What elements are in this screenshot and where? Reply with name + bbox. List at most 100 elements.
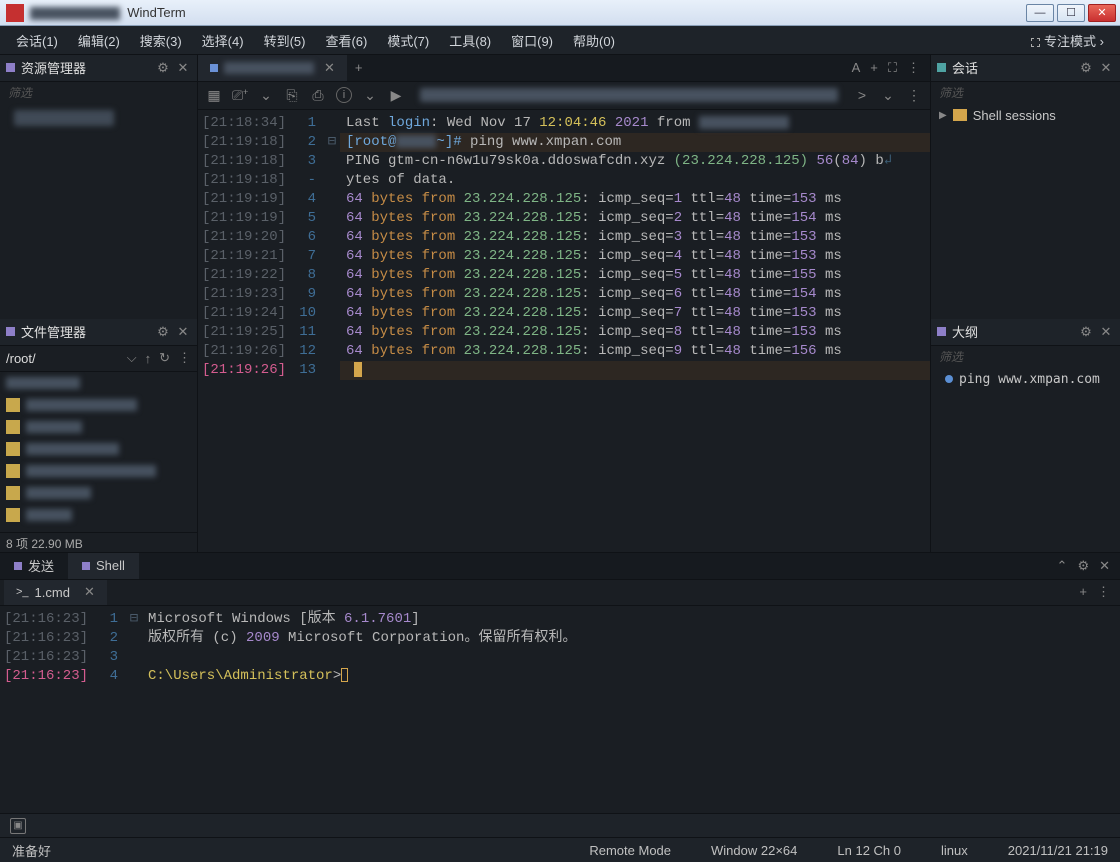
close-panel-icon[interactable]: ✕ <box>1098 324 1114 340</box>
more-icon[interactable]: ⋮ <box>906 87 922 104</box>
menu-edit[interactable]: 编辑(2) <box>68 27 130 54</box>
close-panel-icon[interactable]: ✕ <box>175 324 191 340</box>
timestamp: [21:18:34] <box>198 114 294 133</box>
menu-view[interactable]: 查看(6) <box>315 27 377 54</box>
gear-icon[interactable]: ⚙ <box>155 60 171 76</box>
chevron-down-icon[interactable]: ⌄ <box>362 87 378 104</box>
fold-gutter[interactable] <box>126 629 142 648</box>
shell-subtab[interactable]: >_ 1.cmd ✕ <box>4 580 107 605</box>
close-button[interactable]: ✕ <box>1088 4 1116 22</box>
fold-gutter[interactable] <box>324 190 340 209</box>
fold-gutter[interactable] <box>324 114 340 133</box>
file-path[interactable]: /root/ <box>6 351 119 366</box>
gear-icon[interactable]: ⚙ <box>1077 558 1089 574</box>
sidebar-toggle-icon[interactable]: ▦ <box>206 87 222 104</box>
list-item[interactable] <box>0 482 197 504</box>
play-icon[interactable]: ▶ <box>388 87 404 104</box>
fold-gutter[interactable] <box>324 323 340 342</box>
status-position[interactable]: Ln 12 Ch 0 <box>837 843 901 858</box>
menu-mode[interactable]: 模式(7) <box>377 27 439 54</box>
list-item[interactable] <box>0 416 197 438</box>
fold-gutter[interactable] <box>324 228 340 247</box>
chevron-right-icon[interactable]: > <box>854 87 870 103</box>
status-mode[interactable]: Remote Mode <box>589 843 671 858</box>
collapse-icon[interactable]: ⌵ <box>127 350 137 366</box>
menu-session[interactable]: 会话(1) <box>6 27 68 54</box>
list-item[interactable] <box>0 372 197 394</box>
fold-gutter[interactable]: ⊟ <box>126 610 142 629</box>
terminal-tab[interactable]: ✕ <box>198 55 347 81</box>
plus-icon[interactable]: + <box>870 60 878 76</box>
fold-gutter[interactable] <box>324 171 340 190</box>
address-bar[interactable] <box>420 88 838 102</box>
fullscreen-icon[interactable]: ⛶ <box>888 60 897 76</box>
maximize-button[interactable]: ☐ <box>1057 4 1085 22</box>
shell-terminal[interactable]: [21:16:23]1⊟Microsoft Windows [版本 6.1.76… <box>0 606 1120 813</box>
menu-window[interactable]: 窗口(9) <box>501 27 563 54</box>
menu-select[interactable]: 选择(4) <box>192 27 254 54</box>
outline-filter[interactable]: 筛选 <box>931 346 1120 368</box>
timestamp: [21:19:18] <box>198 171 294 190</box>
line-number: 3 <box>96 648 126 667</box>
send-tab[interactable]: 发送 <box>0 553 68 579</box>
minimize-button[interactable]: — <box>1026 4 1054 22</box>
fold-gutter[interactable] <box>324 285 340 304</box>
info-icon[interactable]: i <box>336 87 352 103</box>
fold-gutter[interactable]: ⊟ <box>324 133 340 152</box>
fold-gutter[interactable] <box>324 209 340 228</box>
add-icon[interactable]: + <box>1079 584 1087 600</box>
collapse-icon[interactable]: ⌃ <box>1057 558 1068 574</box>
paste-icon[interactable]: ⎙ <box>310 87 326 104</box>
line-number: 12 <box>294 342 324 361</box>
shell-tab[interactable]: Shell <box>68 553 139 579</box>
gear-icon[interactable]: ⚙ <box>1078 324 1094 340</box>
outline-item[interactable]: ping www.xmpan.com <box>931 368 1120 391</box>
gear-icon[interactable]: ⚙ <box>155 324 171 340</box>
close-tab-icon[interactable]: ✕ <box>324 60 335 76</box>
fold-gutter[interactable] <box>324 247 340 266</box>
list-item[interactable] <box>0 504 197 526</box>
list-item[interactable] <box>0 460 197 482</box>
fold-gutter[interactable] <box>126 667 142 686</box>
close-tab-icon[interactable]: ✕ <box>84 584 95 600</box>
list-item[interactable] <box>0 394 197 416</box>
new-window-icon[interactable]: ⎚⁺ <box>232 87 248 104</box>
resource-manager-filter[interactable]: 筛选 <box>0 82 197 104</box>
refresh-icon[interactable]: ↻ <box>159 350 170 366</box>
more-icon[interactable]: ⋮ <box>178 350 191 366</box>
more-icon[interactable]: ⋮ <box>1097 584 1110 600</box>
timestamp: [21:19:18] <box>198 152 294 171</box>
close-panel-icon[interactable]: ✕ <box>175 60 191 76</box>
close-panel-icon[interactable]: ✕ <box>1099 558 1110 574</box>
session-filter[interactable]: 筛选 <box>931 82 1120 104</box>
fold-gutter[interactable] <box>324 266 340 285</box>
terminal[interactable]: [21:18:34]1Last login: Wed Nov 17 12:04:… <box>198 110 930 552</box>
chevron-down-icon[interactable]: ⌄ <box>258 87 274 104</box>
menu-help[interactable]: 帮助(0) <box>563 27 625 54</box>
close-panel-icon[interactable]: ✕ <box>1098 60 1114 76</box>
timestamp: [21:19:20] <box>198 228 294 247</box>
menu-search[interactable]: 搜索(3) <box>130 27 192 54</box>
up-icon[interactable]: ↑ <box>145 351 152 366</box>
font-icon[interactable]: A <box>852 60 861 76</box>
chevron-down-icon[interactable]: ⌄ <box>880 87 896 104</box>
terminal-tab-row: ✕ + A + ⛶ ⋮ <box>198 55 930 82</box>
session-item[interactable]: ▶ Shell sessions <box>931 104 1120 127</box>
list-item[interactable] <box>0 438 197 460</box>
fold-gutter[interactable] <box>324 152 340 171</box>
layout-icon[interactable]: ▣ <box>10 818 26 834</box>
fold-gutter[interactable] <box>324 342 340 361</box>
menu-tools[interactable]: 工具(8) <box>439 27 501 54</box>
fold-gutter[interactable] <box>126 648 142 667</box>
timestamp: [21:19:19] <box>198 209 294 228</box>
add-tab-icon[interactable]: + <box>355 60 363 75</box>
status-window[interactable]: Window 22×64 <box>711 843 797 858</box>
copy-icon[interactable]: ⎘ <box>284 87 300 104</box>
gear-icon[interactable]: ⚙ <box>1078 60 1094 76</box>
more-icon[interactable]: ⋮ <box>907 60 920 76</box>
menu-goto[interactable]: 转到(5) <box>254 27 316 54</box>
status-os[interactable]: linux <box>941 843 968 858</box>
fold-gutter[interactable] <box>324 304 340 323</box>
fold-gutter[interactable] <box>324 361 340 380</box>
focus-mode-button[interactable]: 专注模式 › <box>1021 27 1114 54</box>
